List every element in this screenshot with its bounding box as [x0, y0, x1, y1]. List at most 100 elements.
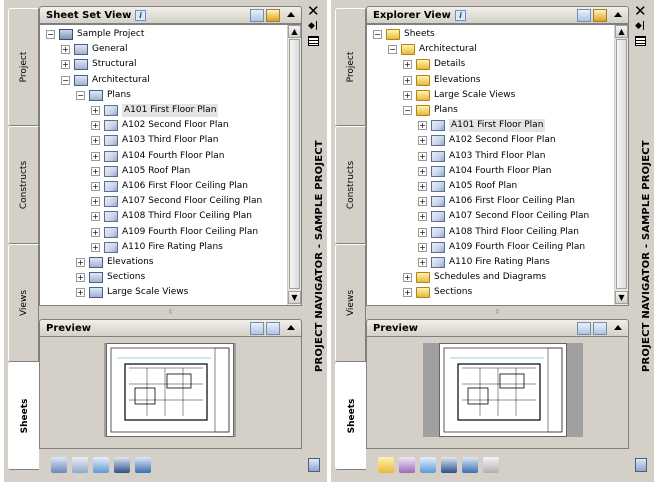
tree-item[interactable]: − Plans	[40, 89, 288, 102]
tab-views[interactable]: Views	[335, 244, 366, 362]
preview-details-icon[interactable]	[266, 322, 280, 335]
tree-item[interactable]: + A103 Third Floor Plan	[40, 134, 288, 147]
tree-item[interactable]: + A101 First Floor Plan	[367, 119, 615, 133]
explorer-view-toggle-icon[interactable]	[593, 9, 607, 22]
tools-icon[interactable]	[93, 457, 109, 473]
collapse-icon[interactable]: −	[46, 30, 55, 39]
preview-details-icon[interactable]	[593, 322, 607, 335]
tree-item[interactable]: + A109 Fourth Floor Ceiling Plan	[367, 241, 615, 254]
scroll-down-icon[interactable]: ▼	[288, 291, 301, 304]
tools-icon[interactable]	[420, 457, 436, 473]
new-sheet-icon[interactable]	[378, 457, 394, 473]
properties-menu-icon[interactable]	[635, 36, 646, 46]
properties-menu-icon[interactable]	[308, 36, 319, 46]
expand-icon[interactable]: +	[403, 60, 412, 70]
palette-settings-icon[interactable]	[635, 458, 647, 472]
tab-constructs[interactable]: Constructs	[8, 126, 39, 244]
collapse-icon[interactable]: −	[388, 45, 397, 55]
expand-icon[interactable]: +	[418, 136, 427, 146]
tree-item[interactable]: + Details	[367, 58, 615, 71]
layout-icon[interactable]	[441, 457, 457, 473]
collapse-caret-icon[interactable]	[287, 12, 295, 17]
tree-item[interactable]: − Sheets	[367, 28, 615, 41]
collapse-icon[interactable]: −	[61, 75, 70, 85]
tree-item[interactable]: + A105 Roof Plan	[40, 165, 288, 178]
tree-item[interactable]: + Large Scale Views	[367, 89, 615, 102]
info-icon[interactable]: i	[455, 10, 466, 21]
tree-item[interactable]: + A110 Fire Rating Plans	[367, 256, 615, 269]
tree-item[interactable]: + General	[40, 43, 288, 56]
expand-icon[interactable]: +	[418, 227, 427, 237]
expand-icon[interactable]: +	[76, 288, 85, 298]
scroll-up-icon[interactable]: ▲	[288, 25, 301, 38]
expand-icon[interactable]: +	[76, 258, 85, 267]
close-icon[interactable]: ✕	[307, 4, 320, 19]
expand-icon[interactable]: +	[418, 242, 427, 252]
palette-settings-icon[interactable]	[308, 458, 320, 472]
tree-item[interactable]: + Elevations	[367, 74, 615, 87]
sheet-tree[interactable]: − Sample Project + General + Structural − Archi…	[39, 24, 302, 306]
tab-constructs[interactable]: Constructs	[335, 126, 366, 244]
layout-icon[interactable]	[114, 457, 130, 473]
expand-icon[interactable]: +	[91, 136, 100, 146]
expand-icon[interactable]: +	[91, 166, 100, 176]
collapse-icon[interactable]: −	[403, 106, 412, 115]
expand-icon[interactable]: +	[418, 121, 427, 131]
expand-icon[interactable]: +	[91, 227, 100, 237]
explorer-tree[interactable]: − Sheets − Architectural + Details + Elevations…	[366, 24, 629, 306]
sheet-view-toggle-icon[interactable]	[577, 9, 591, 22]
sheet-view-toggle-icon[interactable]	[250, 9, 264, 22]
expand-icon[interactable]: +	[418, 151, 427, 161]
expand-icon[interactable]: +	[418, 212, 427, 222]
preview-collapse-caret-icon[interactable]	[287, 325, 295, 330]
expand-icon[interactable]: +	[403, 75, 412, 85]
tree-item[interactable]: + A106 First Floor Ceiling Plan	[40, 180, 288, 193]
tree-item[interactable]: + A108 Third Floor Ceiling Plan	[367, 226, 615, 239]
tab-project[interactable]: Project	[335, 8, 366, 126]
expand-icon[interactable]: +	[61, 60, 70, 70]
collapse-caret-icon[interactable]	[614, 12, 622, 17]
expand-icon[interactable]: +	[418, 166, 427, 176]
scroll-thumb[interactable]	[616, 39, 627, 289]
tree-item[interactable]: + A106 First Floor Ceiling Plan	[367, 195, 615, 208]
tree-item[interactable]: − Architectural	[40, 74, 288, 87]
tree-item[interactable]: + Sections	[40, 271, 288, 284]
sheet-set-icon[interactable]	[51, 457, 67, 473]
tree-item[interactable]: − Sample Project	[40, 28, 288, 41]
tree-item[interactable]: + A107 Second Floor Ceiling Plan	[40, 195, 288, 208]
tree-item[interactable]: + Sections	[367, 286, 615, 299]
expand-icon[interactable]: +	[418, 197, 427, 207]
expand-icon[interactable]: +	[418, 258, 427, 267]
palette-titlebar[interactable]: ✕ ◆| PROJECT NAVIGATOR - SAMPLE PROJECT	[304, 0, 325, 482]
tree-item[interactable]: + A110 Fire Rating Plans	[40, 241, 288, 254]
tab-views[interactable]: Views	[8, 244, 39, 362]
tree-item[interactable]: + Schedules and Diagrams	[367, 271, 615, 284]
tree-item[interactable]: − Plans	[367, 104, 615, 117]
tree-item[interactable]: + A107 Second Floor Ceiling Plan	[367, 210, 615, 223]
expand-icon[interactable]: +	[91, 106, 100, 115]
explorer-view-toggle-icon[interactable]	[266, 9, 280, 22]
tree-item[interactable]: + A104 Fourth Floor Plan	[40, 150, 288, 163]
expand-icon[interactable]: +	[91, 121, 100, 131]
vertical-scrollbar[interactable]: ▲ ▼	[287, 25, 301, 305]
expand-icon[interactable]: +	[91, 242, 100, 252]
info-icon[interactable]: i	[135, 10, 146, 21]
expand-icon[interactable]: +	[418, 182, 427, 191]
tree-item[interactable]: + A103 Third Floor Plan	[367, 150, 615, 163]
tree-item[interactable]: − Architectural	[367, 43, 615, 56]
expand-icon[interactable]: +	[91, 212, 100, 222]
tree-item[interactable]: + A108 Third Floor Ceiling Plan	[40, 210, 288, 223]
tree-item[interactable]: + A102 Second Floor Plan	[367, 134, 615, 147]
refresh-icon[interactable]	[462, 457, 478, 473]
tree-item[interactable]: + Structural	[40, 58, 288, 71]
tree-item[interactable]: + A109 Fourth Floor Ceiling Plan	[40, 226, 288, 239]
scroll-up-icon[interactable]: ▲	[615, 25, 628, 38]
regenerate-icon[interactable]	[399, 457, 415, 473]
collapse-icon[interactable]: −	[76, 90, 85, 100]
auto-hide-icon[interactable]: ◆|	[635, 22, 645, 31]
tree-item[interactable]: + A104 Fourth Floor Plan	[367, 165, 615, 178]
copy-icon[interactable]	[483, 457, 499, 473]
tree-item[interactable]: + Elevations	[40, 256, 288, 269]
tree-item[interactable]: + Large Scale Views	[40, 286, 288, 299]
expand-icon[interactable]: +	[91, 182, 100, 191]
